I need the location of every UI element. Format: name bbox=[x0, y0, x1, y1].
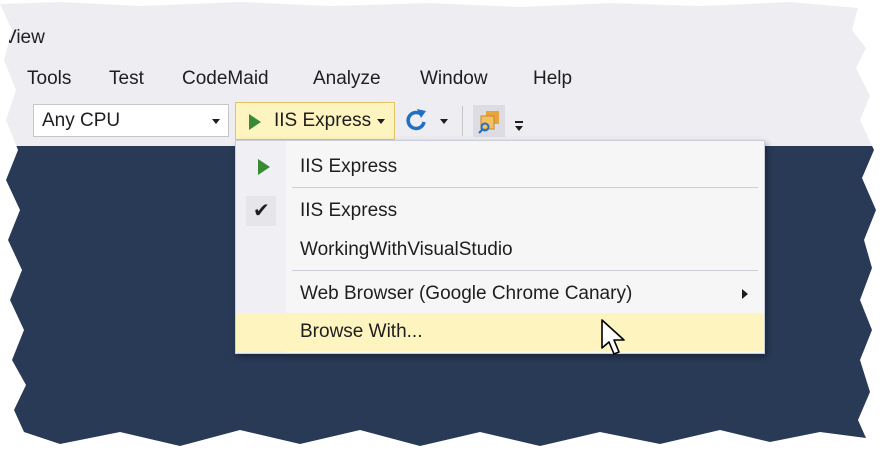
checkmark-icon: ✔ bbox=[246, 196, 276, 226]
solution-platform-value: Any CPU bbox=[42, 110, 121, 131]
start-debugging-label: IIS Express bbox=[274, 110, 372, 131]
chevron-right-icon bbox=[742, 289, 748, 299]
menu-tools[interactable]: Tools bbox=[27, 68, 71, 90]
play-icon bbox=[258, 159, 270, 175]
menu-item-start-iis-express[interactable]: IIS Express bbox=[236, 148, 764, 186]
browser-link-icon[interactable] bbox=[473, 105, 505, 137]
toolbar-overflow-icon[interactable] bbox=[512, 118, 526, 134]
chevron-down-icon[interactable] bbox=[212, 119, 220, 124]
play-icon bbox=[249, 114, 261, 130]
menu-item-label: WorkingWithVisualStudio bbox=[300, 239, 513, 260]
menu-item-label: Web Browser (Google Chrome Canary) bbox=[300, 283, 633, 304]
menu-item-browse-with[interactable]: Browse With... bbox=[236, 313, 764, 351]
title-area: View bbox=[0, 2, 876, 60]
refresh-dropdown-icon[interactable] bbox=[440, 119, 448, 124]
start-debugging-button[interactable]: IIS Express bbox=[235, 102, 395, 140]
menu-separator bbox=[292, 270, 758, 271]
menu-analyze[interactable]: Analyze bbox=[313, 68, 381, 90]
menu-item-iis-express[interactable]: ✔ IIS Express bbox=[236, 192, 764, 230]
menu-item-label: IIS Express bbox=[300, 200, 398, 221]
menu-bar: Tools Test CodeMaid Analyze Window Help bbox=[0, 60, 876, 98]
refresh-icon[interactable] bbox=[404, 107, 428, 133]
menu-item-label: Browse With... bbox=[300, 321, 423, 342]
menu-item-label: IIS Express bbox=[300, 156, 398, 177]
toolbar-separator bbox=[462, 106, 463, 136]
menu-help[interactable]: Help bbox=[533, 68, 572, 90]
menu-window[interactable]: Window bbox=[420, 68, 488, 90]
chevron-down-icon[interactable] bbox=[377, 119, 385, 124]
menu-view[interactable]: View bbox=[4, 27, 45, 49]
debug-target-dropdown: IIS Express ✔ IIS Express WorkingWithVis… bbox=[235, 140, 765, 354]
menu-test[interactable]: Test bbox=[109, 68, 144, 90]
menu-item-project[interactable]: WorkingWithVisualStudio bbox=[236, 231, 764, 269]
mouse-pointer-icon bbox=[601, 319, 625, 355]
solution-platform-combo[interactable]: Any CPU bbox=[33, 104, 229, 137]
ide-window: View Tools Test CodeMaid Analyze Window … bbox=[0, 2, 876, 446]
menu-separator bbox=[292, 187, 758, 188]
menu-codemaid[interactable]: CodeMaid bbox=[182, 68, 269, 90]
menu-item-web-browser[interactable]: Web Browser (Google Chrome Canary) bbox=[236, 275, 764, 313]
